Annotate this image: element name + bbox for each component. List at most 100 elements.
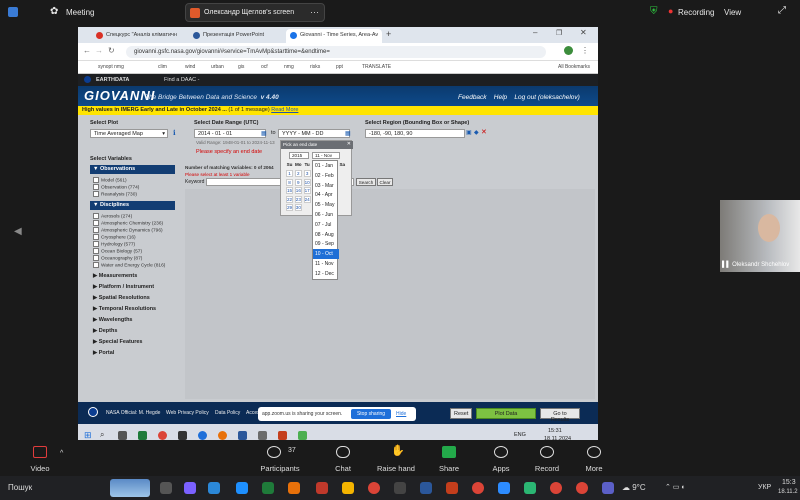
maximize-icon[interactable]: ❐ [556, 29, 562, 37]
firefox-icon[interactable] [288, 482, 300, 494]
tab-course[interactable]: Спецкурс "Аналіз кліматичн [92, 29, 187, 43]
menu-icon[interactable]: ⋮ [581, 46, 589, 55]
info-icon[interactable]: ℹ [173, 129, 176, 137]
facet-checkbox[interactable]: Aerosols (274) [93, 213, 132, 219]
facet-checkbox[interactable]: Cryosphere (16) [93, 234, 136, 240]
app-icon[interactable] [316, 482, 328, 494]
facet-group-temporal[interactable]: ▶ Temporal Resolutions [93, 306, 156, 312]
tab-giovanni[interactable]: Giovanni - Time Series, Area-Av [286, 29, 382, 43]
minimize-icon[interactable]: – [533, 28, 537, 37]
edge-icon[interactable] [236, 482, 248, 494]
more-control[interactable]: More [585, 440, 603, 473]
task-view-icon[interactable] [160, 482, 172, 494]
participants-control[interactable]: 37 Participants [260, 440, 300, 473]
hide-link[interactable]: Hide [396, 411, 406, 417]
screen-share-pill[interactable]: Олександр Щеглов's screen ⋯ [185, 3, 325, 22]
firefox-icon[interactable] [218, 431, 227, 440]
month-option[interactable]: 05 - May [313, 200, 339, 210]
facet-group-depths[interactable]: ▶ Depths [93, 328, 117, 334]
facet-checkbox[interactable]: Observation (774) [93, 184, 139, 190]
profile-avatar[interactable] [564, 46, 573, 55]
month-select[interactable]: 11 - Nov [312, 152, 340, 159]
observations-header[interactable]: ▼ Observations [90, 165, 175, 174]
facet-group-spatial[interactable]: ▶ Spatial Resolutions [93, 295, 150, 301]
clear-button[interactable]: Clear [377, 178, 393, 186]
raise-hand-control[interactable]: ✋ Raise hand [377, 440, 415, 473]
search-button[interactable]: Search [356, 178, 376, 186]
calendar-day[interactable]: 22 [286, 195, 293, 203]
facet-checkbox[interactable]: Hydrology (577) [93, 241, 135, 247]
close-icon[interactable]: ✕ [580, 28, 587, 37]
calendar-day[interactable]: 2 [294, 170, 302, 177]
reload-icon[interactable]: ↻ [108, 46, 115, 55]
apps-control[interactable]: Apps [492, 440, 510, 473]
chevron-up-icon[interactable]: ^ [60, 450, 63, 457]
privacy-link[interactable]: Web Privacy Policy [166, 410, 209, 416]
month-option[interactable]: 02 - Feb [313, 171, 339, 181]
excel-icon[interactable] [138, 431, 147, 440]
chrome-icon[interactable] [158, 431, 167, 440]
bookmark-item[interactable]: urban [211, 64, 224, 70]
chrome-icon[interactable] [576, 482, 588, 494]
calendar-day[interactable]: 3 [303, 170, 311, 177]
stop-sharing-button[interactable]: Stop sharing [351, 409, 391, 419]
month-option[interactable]: 01 - Jan [313, 161, 339, 171]
back-icon[interactable]: ← [83, 46, 91, 55]
excel-icon[interactable] [262, 482, 274, 494]
bookmark-item[interactable]: gis [238, 64, 244, 70]
month-option[interactable]: 03 - Mar [313, 181, 339, 191]
weather[interactable]: ☁ 9°C [622, 483, 646, 492]
app-icon[interactable] [524, 482, 536, 494]
end-date-input[interactable]: YYYY - MM - DD [278, 129, 350, 138]
tray-icons[interactable]: ⌃ ▭ ◐ [665, 483, 686, 491]
meeting-label[interactable]: Meeting [66, 8, 94, 17]
share-control[interactable]: Share [439, 440, 459, 473]
zoom-info-icon[interactable] [8, 7, 18, 17]
facet-group-measurements[interactable]: ▶ Measurements [93, 273, 137, 279]
app-icon[interactable] [298, 431, 307, 440]
facet-checkbox[interactable]: Ocean Biology (57) [93, 248, 142, 254]
teams-icon[interactable] [602, 482, 614, 494]
prev-page-icon[interactable]: ◀ [14, 226, 22, 237]
app-icon[interactable] [342, 482, 354, 494]
language-indicator[interactable]: ENG [514, 432, 526, 438]
forward-icon[interactable]: → [95, 46, 103, 55]
app-icon[interactable] [178, 431, 187, 440]
participant-video[interactable]: ▌▌ Oleksandr Shchehlov [720, 200, 800, 272]
language-indicator[interactable]: УКР [758, 484, 771, 491]
month-option[interactable]: 08 - Aug [313, 230, 339, 240]
calendar-day[interactable]: 9 [294, 178, 302, 186]
calendar-icon[interactable]: ▦ [345, 130, 351, 137]
calendar-day[interactable]: 8 [286, 178, 293, 186]
bookmark-item[interactable]: synopt nmg [98, 64, 124, 70]
bookmark-item[interactable]: wind [185, 64, 195, 70]
new-tab-icon[interactable]: + [386, 29, 391, 39]
reset-button[interactable]: Reset [450, 408, 472, 419]
start-date-input[interactable]: 2014 - 01 - 01 [194, 129, 266, 138]
word-icon[interactable] [420, 482, 432, 494]
bookmark-item[interactable]: clim [158, 64, 167, 70]
app-icon[interactable] [394, 482, 406, 494]
chrome-icon[interactable] [472, 482, 484, 494]
more-options-icon[interactable]: ⋯ [310, 7, 319, 18]
calendar-day[interactable]: 10 [303, 178, 311, 186]
view-button[interactable]: View [724, 8, 741, 17]
month-option[interactable]: 04 - Apr [313, 190, 339, 200]
all-bookmarks[interactable]: All Bookmarks [558, 64, 590, 70]
bookmark-item[interactable]: ocf [261, 64, 268, 70]
facet-group-special[interactable]: ▶ Special Features [93, 339, 142, 345]
map-icon[interactable]: ▣ [466, 129, 472, 136]
facet-checkbox[interactable]: Reanalysis (730) [93, 191, 137, 197]
powerpoint-icon[interactable] [446, 482, 458, 494]
chat-control[interactable]: Chat [335, 440, 351, 473]
facet-checkbox[interactable]: Water and Energy Cycle (816) [93, 262, 165, 268]
earthdata-brand[interactable]: EARTHDATA [96, 77, 129, 83]
shield-icon[interactable]: ⛨ [650, 6, 658, 17]
facet-checkbox[interactable]: Oceanography (87) [93, 255, 142, 261]
year-select[interactable]: 2015 [289, 152, 309, 159]
fullscreen-icon[interactable]: ⤢ [778, 5, 786, 16]
app-icon[interactable] [208, 482, 220, 494]
facet-group-platform[interactable]: ▶ Platform / Instrument [93, 284, 154, 290]
tab-powerpoint[interactable]: Презентація PowerPoint [189, 29, 284, 43]
calendar-day[interactable]: 16 [294, 187, 302, 194]
